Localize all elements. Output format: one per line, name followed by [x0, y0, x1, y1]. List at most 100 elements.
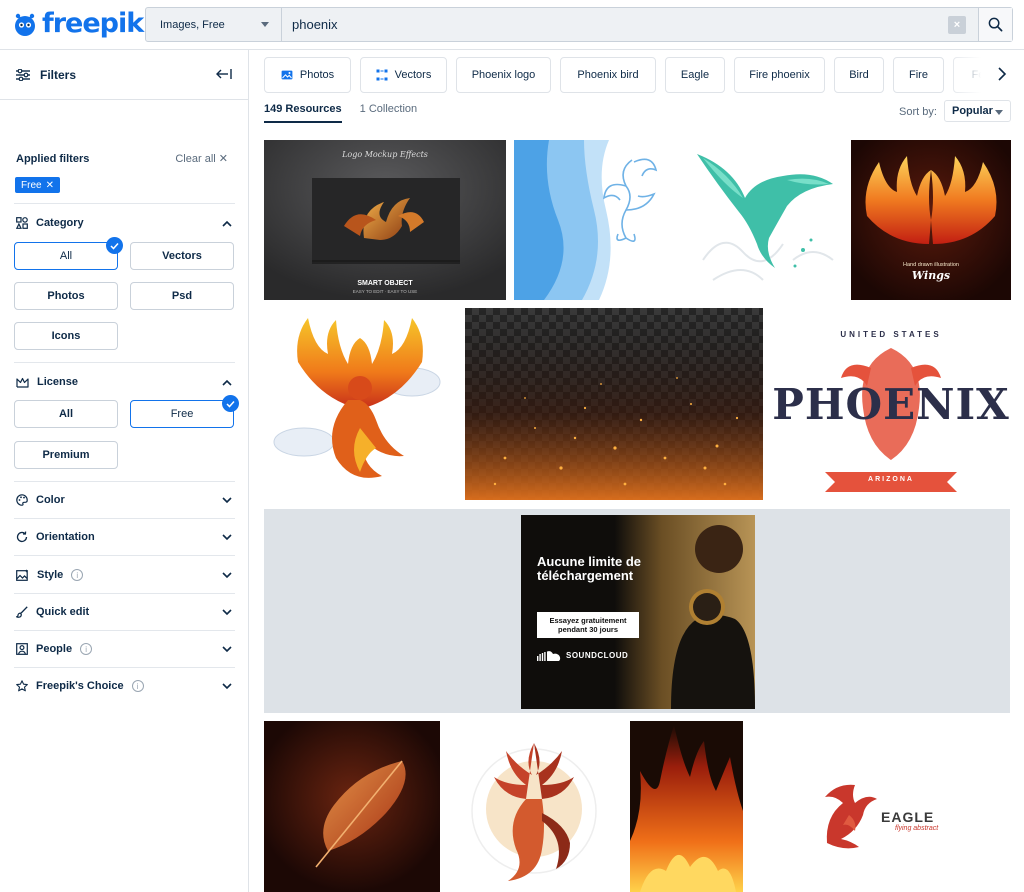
chip-label: Bird	[849, 69, 869, 81]
divider	[14, 481, 235, 482]
category-icons-button[interactable]: Icons	[14, 322, 118, 350]
tab-collections[interactable]: 1 Collection	[360, 103, 417, 123]
chip-label: Fire phoenix	[749, 69, 810, 81]
eagle-logo-title: EAGLE	[881, 809, 935, 825]
chip-phoenix-bird[interactable]: Phoenix bird	[560, 57, 656, 93]
chevron-down-icon	[261, 22, 269, 27]
soundcloud-ad[interactable]: Aucune limite de téléchargement Essayez …	[521, 515, 755, 709]
people-section-header[interactable]: People i	[16, 643, 93, 655]
info-icon[interactable]: i	[80, 643, 93, 655]
result-thumbnail-eagle-logo[interactable]: EAGLE flying abstract	[751, 721, 1011, 892]
person-frame-icon	[16, 643, 28, 655]
category-photos-button[interactable]: Photos	[14, 282, 118, 310]
result-thumbnail-phoenix-circle[interactable]	[446, 721, 622, 892]
related-tags-bar: Photos Vectors Phoenix logo Phoenix bird…	[264, 57, 1024, 93]
orientation-section-header[interactable]: Orientation	[16, 531, 95, 543]
chevron-down-icon[interactable]	[222, 609, 232, 616]
license-free-button[interactable]: Free	[130, 395, 239, 428]
clear-all-button[interactable]: Clear all ✕	[175, 152, 228, 165]
fire-feather-image	[264, 721, 440, 892]
soundcloud-icon	[537, 651, 561, 661]
tab-resources[interactable]: 149 Resources	[264, 103, 342, 123]
result-thumbnail-teal-bird[interactable]	[683, 140, 843, 300]
star-icon	[16, 680, 28, 692]
phoenix-arizona-top-text: UNITED STATES	[840, 330, 942, 339]
applied-filters-label: Applied filters	[16, 153, 90, 165]
chevron-down-icon[interactable]	[222, 572, 232, 579]
search-input[interactable]	[282, 8, 948, 41]
quick-edit-section-header[interactable]: Quick edit	[16, 606, 89, 618]
chip-bird[interactable]: Bird	[834, 57, 884, 93]
style-section-header[interactable]: Style i	[16, 569, 84, 581]
collapse-sidebar-icon[interactable]	[216, 68, 232, 80]
remove-tag-icon[interactable]: ✕	[46, 180, 54, 191]
result-thumbnail-fire-wings[interactable]: Hand drawn illustration Wings	[851, 140, 1011, 300]
result-thumbnail-flames[interactable]	[630, 721, 743, 892]
category-icon	[16, 217, 28, 229]
results-tabs: 149 Resources 1 Collection	[264, 103, 417, 123]
result-thumbnail-blue-phoenix[interactable]	[514, 140, 675, 300]
chip-label: Phoenix bird	[577, 69, 639, 81]
chip-photos[interactable]: Photos	[264, 57, 351, 93]
color-section-header[interactable]: Color	[16, 494, 65, 506]
result-thumbnail-logo-mockup[interactable]: Logo Mockup Effects SMART OBJECT EASY TO…	[264, 140, 506, 300]
chip-label: Photos	[299, 69, 335, 81]
color-title: Color	[36, 494, 65, 506]
chevron-down-icon[interactable]	[222, 683, 232, 690]
chip-fire[interactable]: Fire	[893, 57, 944, 93]
category-psd-label: Psd	[171, 290, 193, 302]
result-thumbnail-fire-sparks[interactable]	[465, 308, 763, 500]
fire-sparks-image	[465, 308, 763, 500]
info-icon[interactable]: i	[131, 680, 144, 692]
chip-eagle[interactable]: Eagle	[665, 57, 725, 93]
soundcloud-brand: SOUNDCLOUD	[537, 650, 628, 661]
check-icon	[106, 237, 123, 254]
eagle-logo-image	[751, 721, 1011, 892]
chevron-up-icon[interactable]	[222, 220, 232, 227]
chevron-down-icon[interactable]	[222, 534, 232, 541]
filters-sidebar: Filters Applied filters Clear all ✕ Free…	[0, 50, 249, 892]
chip-fire-phoenix[interactable]: Fire phoenix	[734, 57, 825, 93]
chevron-down-icon[interactable]	[222, 646, 232, 653]
quick-edit-title: Quick edit	[36, 606, 90, 618]
mockup-title-text: Logo Mockup Effects	[342, 150, 428, 159]
asset-type-select[interactable]: Images, Free	[146, 8, 282, 41]
chevron-right-icon[interactable]	[997, 67, 1007, 81]
filters-title: Filters	[40, 67, 77, 82]
result-thumbnail-phoenix-illustration[interactable]	[264, 308, 457, 500]
chip-label: Phoenix logo	[471, 69, 536, 81]
rotate-icon	[16, 531, 28, 543]
mockup-caption-text: EASY TO EDIT · EASY TO USE	[352, 289, 418, 294]
category-psd-button[interactable]: Psd	[130, 282, 234, 310]
flames-image	[630, 721, 743, 892]
license-premium-button[interactable]: Premium	[14, 441, 118, 469]
chip-phoenix-logo[interactable]: Phoenix logo	[456, 57, 551, 93]
divider	[14, 667, 235, 668]
result-thumbnail-feather[interactable]	[264, 721, 440, 892]
category-vectors-button[interactable]: Vectors	[130, 242, 234, 270]
wings-caption-text: Hand drawn illustration	[903, 262, 959, 268]
applied-filter-tag[interactable]: Free ✕	[15, 177, 60, 193]
info-icon[interactable]: i	[71, 569, 84, 581]
divider	[14, 203, 235, 204]
search-button[interactable]	[978, 8, 1012, 41]
clear-search-icon[interactable]: ×	[948, 16, 966, 34]
chevron-up-icon[interactable]	[222, 379, 232, 386]
divider	[14, 593, 235, 594]
phoenix-circle-image	[446, 721, 622, 892]
palette-icon	[16, 494, 28, 506]
freepiks-choice-section-header[interactable]: Freepik's Choice i	[16, 680, 144, 692]
category-section-header[interactable]: Category	[16, 217, 84, 229]
logo-text: freepik	[42, 8, 144, 39]
license-all-button[interactable]: All	[14, 400, 118, 428]
sort-select[interactable]: Popular	[944, 100, 1011, 122]
category-all-button[interactable]: All	[14, 237, 123, 270]
chevron-down-icon	[995, 110, 1003, 115]
ad-cta-button[interactable]: Essayez gratuitement pendant 30 jours	[537, 612, 639, 638]
chip-vectors[interactable]: Vectors	[360, 57, 447, 93]
result-thumbnail-phoenix-arizona[interactable]: UNITED STATES PHOENIX ARIZONA	[771, 308, 1011, 500]
license-section-header[interactable]: License	[16, 376, 78, 388]
freepik-logo[interactable]: freepik	[10, 8, 144, 39]
chip-label: Eagle	[680, 69, 710, 81]
chevron-down-icon[interactable]	[222, 497, 232, 504]
